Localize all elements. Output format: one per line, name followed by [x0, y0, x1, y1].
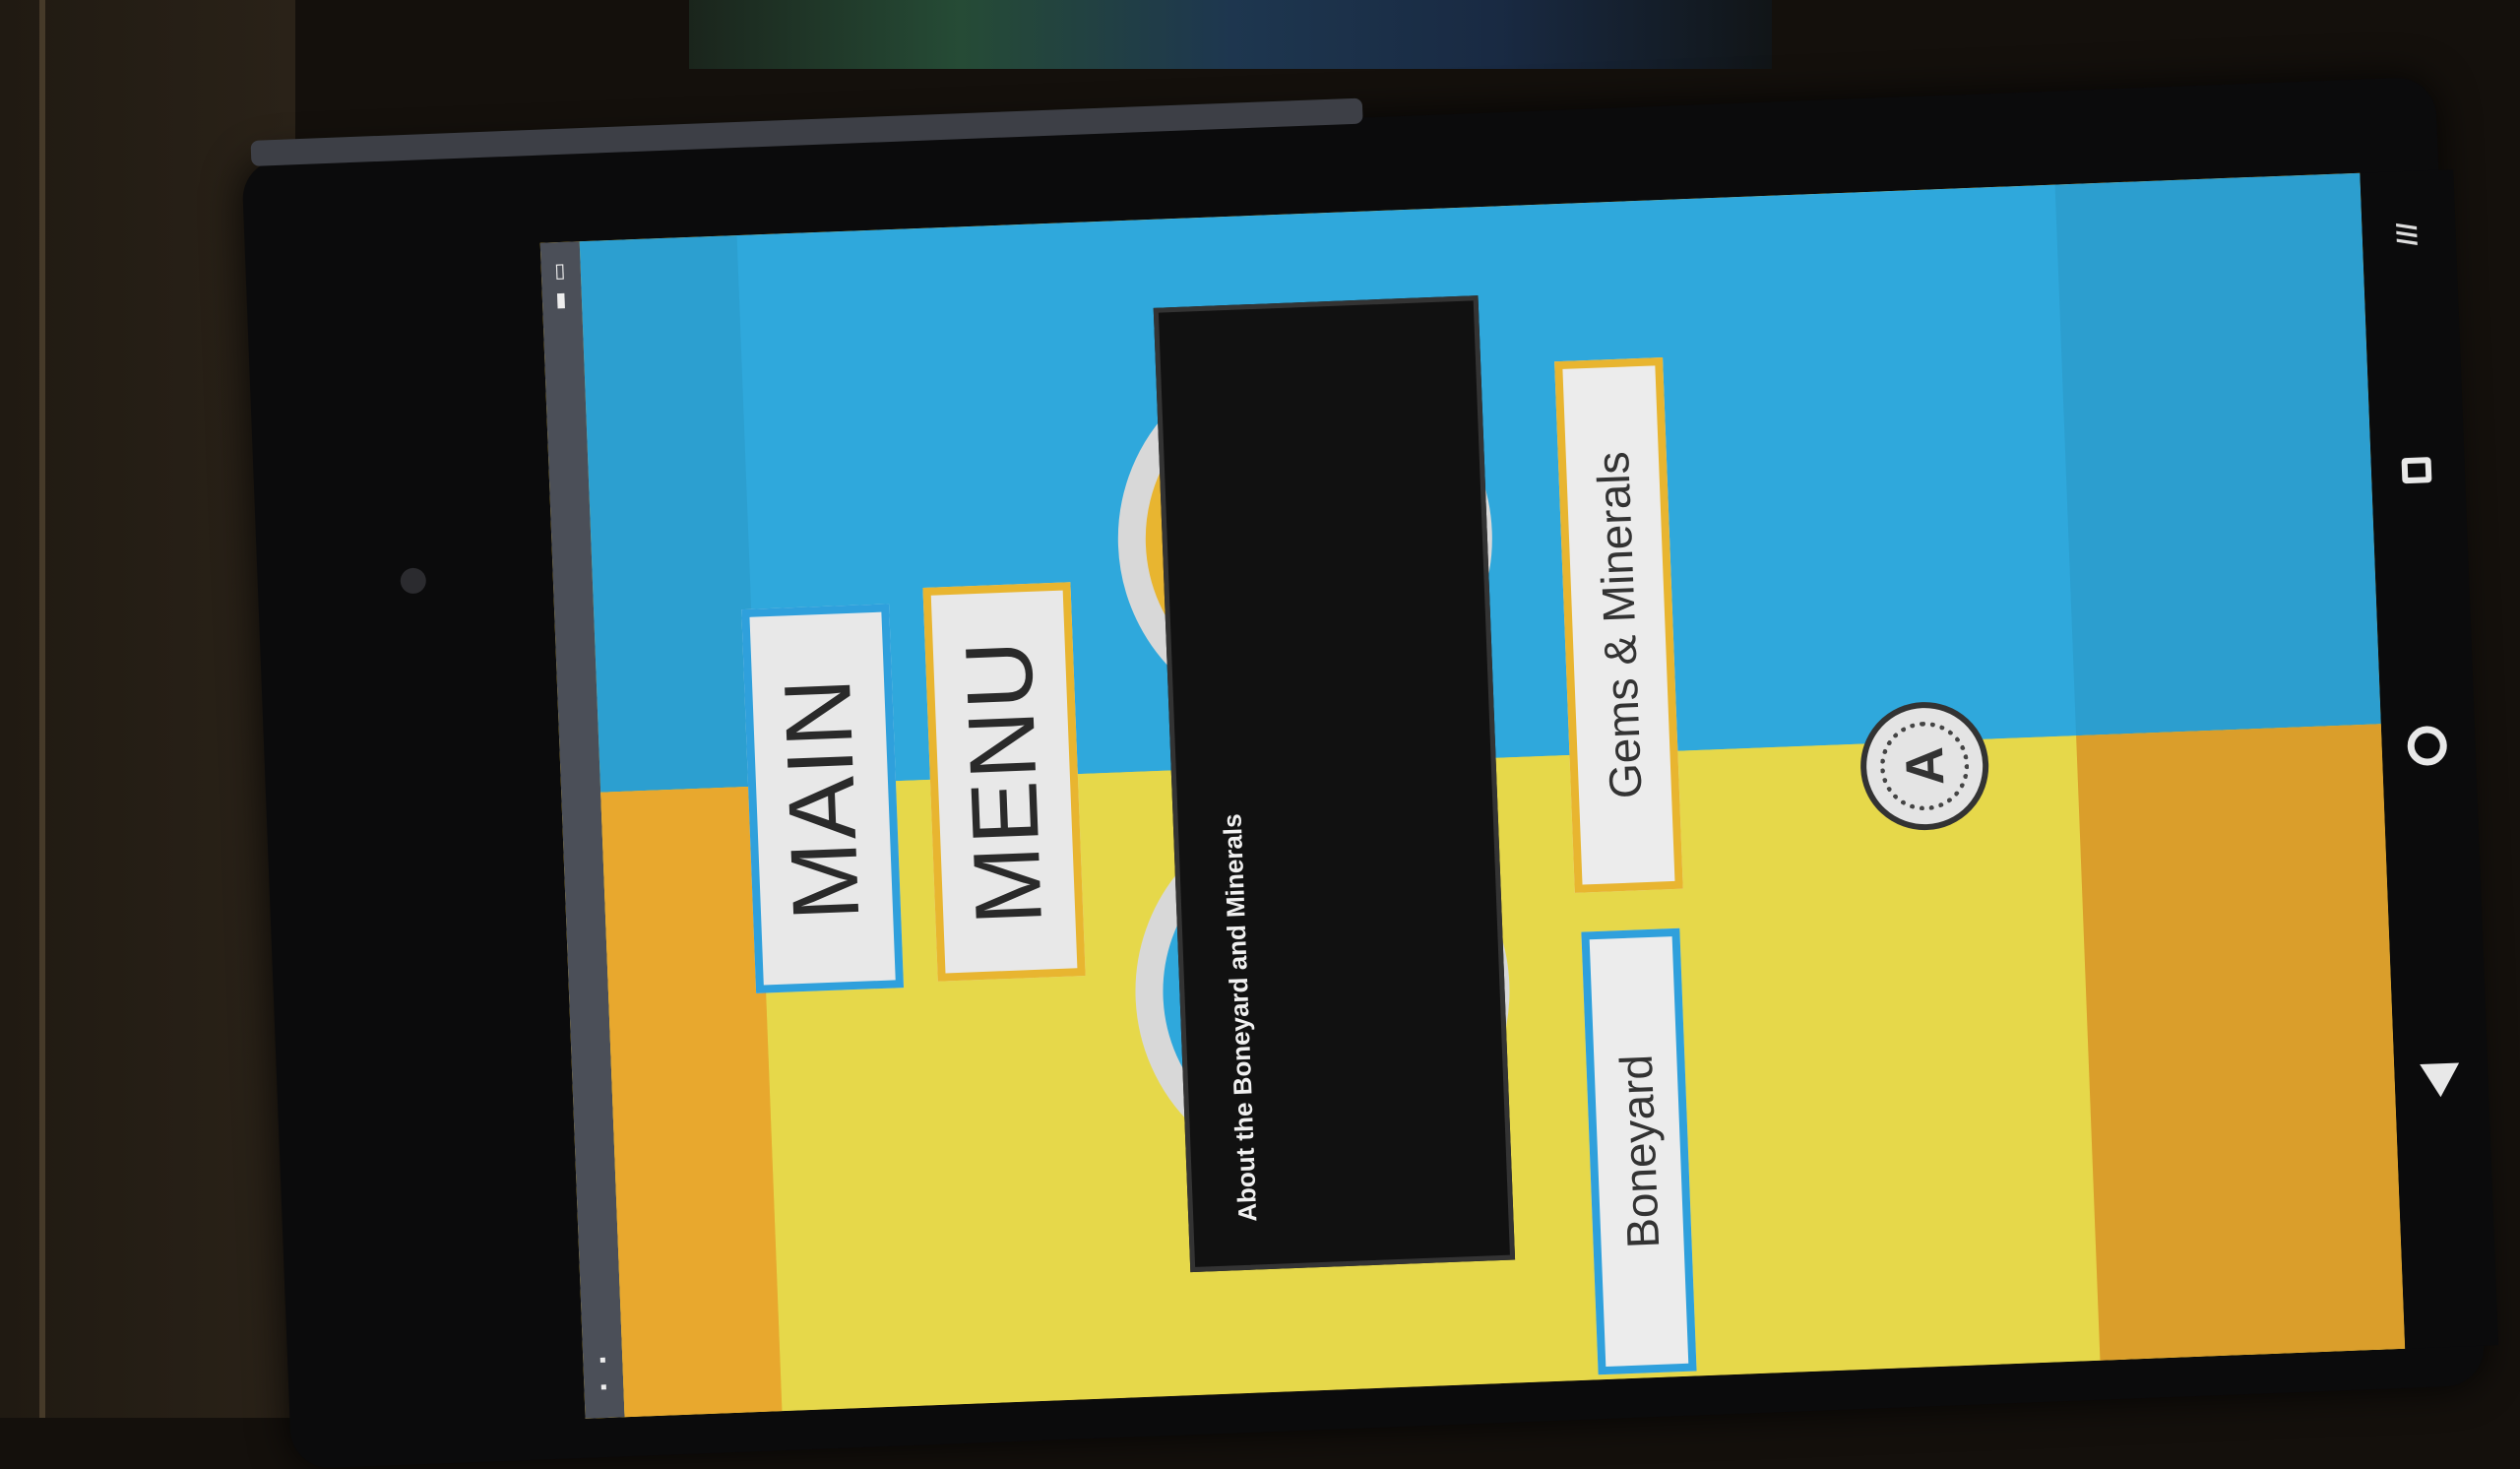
app-screen: ▮ ▯ ▪ ▪ MAIN MENU About the Boneyard and…	[539, 172, 2406, 1419]
title-menu: MENU	[922, 582, 1086, 982]
title-main-text: MAIN	[764, 674, 880, 924]
home-button[interactable]	[2403, 722, 2452, 771]
home-icon	[2406, 725, 2448, 767]
gems-minerals-label: Gems & Minerals	[1586, 450, 1652, 800]
recents-button[interactable]	[2392, 446, 2441, 495]
battery-icon: ▮ ▯	[549, 261, 574, 315]
desk-edge	[39, 0, 45, 1418]
notification-icon: ▪ ▪	[591, 1349, 615, 1399]
background-glow	[689, 0, 1772, 69]
title-menu-text: MENU	[945, 636, 1062, 927]
recents-icon	[2401, 457, 2432, 484]
boneyard-label: Boneyard	[1609, 1054, 1669, 1249]
back-icon	[2420, 1062, 2461, 1098]
main-menu-app: MAIN MENU About the Boneyard and Mineral…	[579, 172, 2406, 1418]
menu-icon[interactable]: ///	[2383, 210, 2432, 259]
device-edge	[250, 97, 1363, 166]
panel-stripe	[2054, 172, 2406, 1361]
about-dialog-title: About the Boneyard and Minerals	[1217, 812, 1263, 1223]
accessibility-label: A	[1894, 745, 1955, 787]
camera-icon	[400, 567, 427, 595]
back-button[interactable]	[2416, 1055, 2465, 1105]
tablet-device: ▮ ▯ ▪ ▪ MAIN MENU About the Boneyard and…	[241, 76, 2499, 1469]
title-main: MAIN	[741, 604, 905, 993]
gems-minerals-button[interactable]: Gems & Minerals	[1554, 357, 1683, 893]
about-dialog[interactable]: About the Boneyard and Minerals	[1153, 295, 1516, 1273]
about-dialog-content: About the Boneyard and Minerals	[1179, 321, 1489, 1246]
boneyard-button[interactable]: Boneyard	[1581, 927, 1697, 1375]
